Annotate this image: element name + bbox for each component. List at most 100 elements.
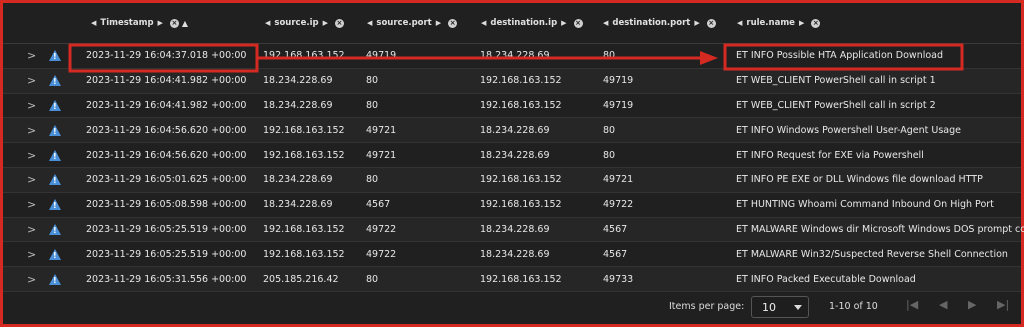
cell-source-port: 49722 — [366, 248, 397, 260]
close-circle-icon[interactable]: × — [334, 18, 344, 28]
cell-destination-port: 49719 — [603, 75, 634, 87]
cell-timestamp: 2023-11-29 16:05:08.598 +00:00 — [86, 199, 247, 211]
chevron-right-icon[interactable]: > — [27, 118, 36, 142]
warning-triangle-icon: ! — [49, 193, 61, 217]
cell-destination-port: 80 — [603, 50, 616, 62]
chevron-right-icon[interactable]: > — [27, 94, 36, 118]
table-row[interactable]: > ! 2023-11-29 16:04:41.982 +00:00 18.23… — [3, 94, 1021, 119]
cell-source-ip: 18.234.228.69 — [263, 174, 333, 186]
table-row[interactable]: > ! 2023-11-29 16:04:56.620 +00:00 192.1… — [3, 143, 1021, 168]
chevron-right-icon[interactable]: > — [27, 143, 36, 167]
chevron-right-icon[interactable]: > — [27, 44, 36, 68]
items-per-page-select[interactable]: 10 — [751, 296, 809, 318]
table-row[interactable]: > ! 2023-11-29 16:04:37.018 +00:00 192.1… — [3, 44, 1021, 69]
chevron-right-icon[interactable]: > — [27, 242, 36, 266]
warning-triangle-icon: ! — [49, 118, 61, 142]
cell-timestamp: 2023-11-29 16:05:01.625 +00:00 — [86, 174, 247, 186]
caret-right-icon[interactable]: ▶ — [158, 19, 163, 27]
column-header-timestamp[interactable]: ◀ Timestamp ▶ × ▲ — [87, 3, 188, 43]
cell-destination-port: 49722 — [603, 199, 634, 211]
chevron-right-icon[interactable]: > — [27, 69, 36, 93]
cell-destination-ip: 18.234.228.69 — [480, 248, 550, 260]
cell-destination-ip: 18.234.228.69 — [480, 223, 550, 235]
table-row[interactable]: > ! 2023-11-29 16:04:41.982 +00:00 18.23… — [3, 68, 1021, 94]
caret-right-icon[interactable]: ▶ — [694, 19, 699, 27]
column-label-source-port: source.port — [376, 18, 432, 28]
chevron-down-icon[interactable] — [794, 305, 802, 310]
chevron-right-icon[interactable]: > — [27, 168, 36, 192]
cell-source-ip: 18.234.228.69 — [263, 75, 333, 87]
next-page-icon[interactable]: ▶ — [968, 298, 976, 311]
cell-rule-name: ET MALWARE Windows dir Microsoft Windows… — [736, 223, 1024, 235]
table-row[interactable]: > ! 2023-11-29 16:05:08.598 +00:00 18.23… — [3, 193, 1021, 218]
caret-right-icon[interactable]: ▶ — [561, 19, 566, 27]
cell-source-port: 80 — [366, 75, 379, 87]
cell-timestamp: 2023-11-29 16:04:56.620 +00:00 — [86, 124, 247, 136]
cell-rule-name: ET MALWARE Win32/Suspected Reverse Shell… — [736, 248, 1008, 260]
chevron-right-icon[interactable]: > — [27, 193, 36, 217]
cell-source-port: 4567 — [366, 199, 391, 211]
table-row[interactable]: > ! 2023-11-29 16:04:56.620 +00:00 192.1… — [3, 118, 1021, 144]
cell-source-port: 49721 — [366, 124, 397, 136]
cell-destination-ip: 192.168.163.152 — [480, 99, 562, 111]
chevron-right-icon[interactable]: > — [27, 218, 36, 242]
column-header-rule-name[interactable]: ◀ rule.name ▶ × — [733, 3, 821, 43]
cell-destination-port: 4567 — [603, 248, 628, 260]
cell-destination-ip: 192.168.163.152 — [480, 75, 562, 87]
cell-destination-port: 49719 — [603, 99, 634, 111]
close-circle-icon[interactable]: × — [811, 18, 821, 28]
close-circle-icon[interactable]: × — [448, 18, 458, 28]
cell-timestamp: 2023-11-29 16:05:31.556 +00:00 — [86, 273, 247, 285]
column-header-destination-port[interactable]: ◀ destination.port ▶ × — [599, 3, 716, 43]
cell-source-ip: 192.168.163.152 — [263, 124, 345, 136]
caret-left-icon[interactable]: ◀ — [265, 19, 270, 27]
caret-left-icon[interactable]: ◀ — [91, 19, 96, 27]
caret-right-icon[interactable]: ▶ — [323, 19, 328, 27]
previous-page-icon[interactable]: ◀ — [939, 298, 947, 311]
pagination-bar: Items per page: 10 1-10 of 10 |◀ ◀ ▶ ▶| — [3, 290, 1021, 324]
caret-right-icon[interactable]: ▶ — [799, 19, 804, 27]
caret-left-icon[interactable]: ◀ — [481, 19, 486, 27]
table-row[interactable]: > ! 2023-11-29 16:05:01.625 +00:00 18.23… — [3, 167, 1021, 193]
sort-asc-icon[interactable]: ▲ — [182, 19, 188, 28]
warning-triangle-icon: ! — [49, 143, 61, 167]
warning-triangle-icon: ! — [49, 242, 61, 266]
cell-destination-port: 80 — [603, 124, 616, 136]
cell-rule-name: ET INFO Packed Executable Download — [736, 273, 916, 285]
cell-rule-name: ET WEB_CLIENT PowerShell call in script … — [736, 99, 936, 111]
table-row[interactable]: > ! 2023-11-29 16:05:31.556 +00:00 205.1… — [3, 267, 1021, 292]
cell-timestamp: 2023-11-29 16:05:25.519 +00:00 — [86, 223, 247, 235]
caret-left-icon[interactable]: ◀ — [603, 19, 608, 27]
cell-source-port: 80 — [366, 174, 379, 186]
column-header-destination-ip[interactable]: ◀ destination.ip ▶ × — [477, 3, 583, 43]
cell-rule-name: ET INFO Request for EXE via Powershell — [736, 149, 924, 161]
last-page-icon[interactable]: ▶| — [997, 298, 1009, 311]
close-circle-icon[interactable]: × — [169, 18, 179, 28]
close-circle-icon[interactable]: × — [706, 18, 716, 28]
chevron-right-icon[interactable]: > — [27, 267, 36, 291]
cell-destination-ip: 192.168.163.152 — [480, 199, 562, 211]
cell-rule-name: ET WEB_CLIENT PowerShell call in script … — [736, 75, 936, 87]
cell-source-ip: 205.185.216.42 — [263, 273, 339, 285]
column-header-source-ip[interactable]: ◀ source.ip ▶ × — [261, 3, 344, 43]
cell-destination-port: 4567 — [603, 223, 628, 235]
caret-left-icon[interactable]: ◀ — [367, 19, 372, 27]
close-circle-icon[interactable]: × — [573, 18, 583, 28]
caret-left-icon[interactable]: ◀ — [737, 19, 742, 27]
cell-source-port: 80 — [366, 273, 379, 285]
cell-destination-port: 80 — [603, 149, 616, 161]
alerts-table: ◀ Timestamp ▶ × ▲ ◀ source.ip ▶ × ◀ sour… — [3, 3, 1024, 292]
column-label-timestamp: Timestamp — [100, 18, 154, 28]
cell-rule-name: ET HUNTING Whoami Command Inbound On Hig… — [736, 199, 994, 211]
caret-right-icon[interactable]: ▶ — [436, 19, 441, 27]
items-per-page-label: Items per page: — [669, 301, 745, 312]
cell-destination-ip: 192.168.163.152 — [480, 174, 562, 186]
table-row[interactable]: > ! 2023-11-29 16:05:25.519 +00:00 192.1… — [3, 242, 1021, 268]
table-row[interactable]: > ! 2023-11-29 16:05:25.519 +00:00 192.1… — [3, 217, 1024, 243]
cell-timestamp: 2023-11-29 16:04:56.620 +00:00 — [86, 149, 247, 161]
cell-destination-ip: 18.234.228.69 — [480, 124, 550, 136]
column-header-source-port[interactable]: ◀ source.port ▶ × — [363, 3, 458, 43]
cell-source-port: 80 — [366, 99, 379, 111]
first-page-icon[interactable]: |◀ — [906, 298, 918, 311]
warning-triangle-icon: ! — [49, 94, 61, 118]
